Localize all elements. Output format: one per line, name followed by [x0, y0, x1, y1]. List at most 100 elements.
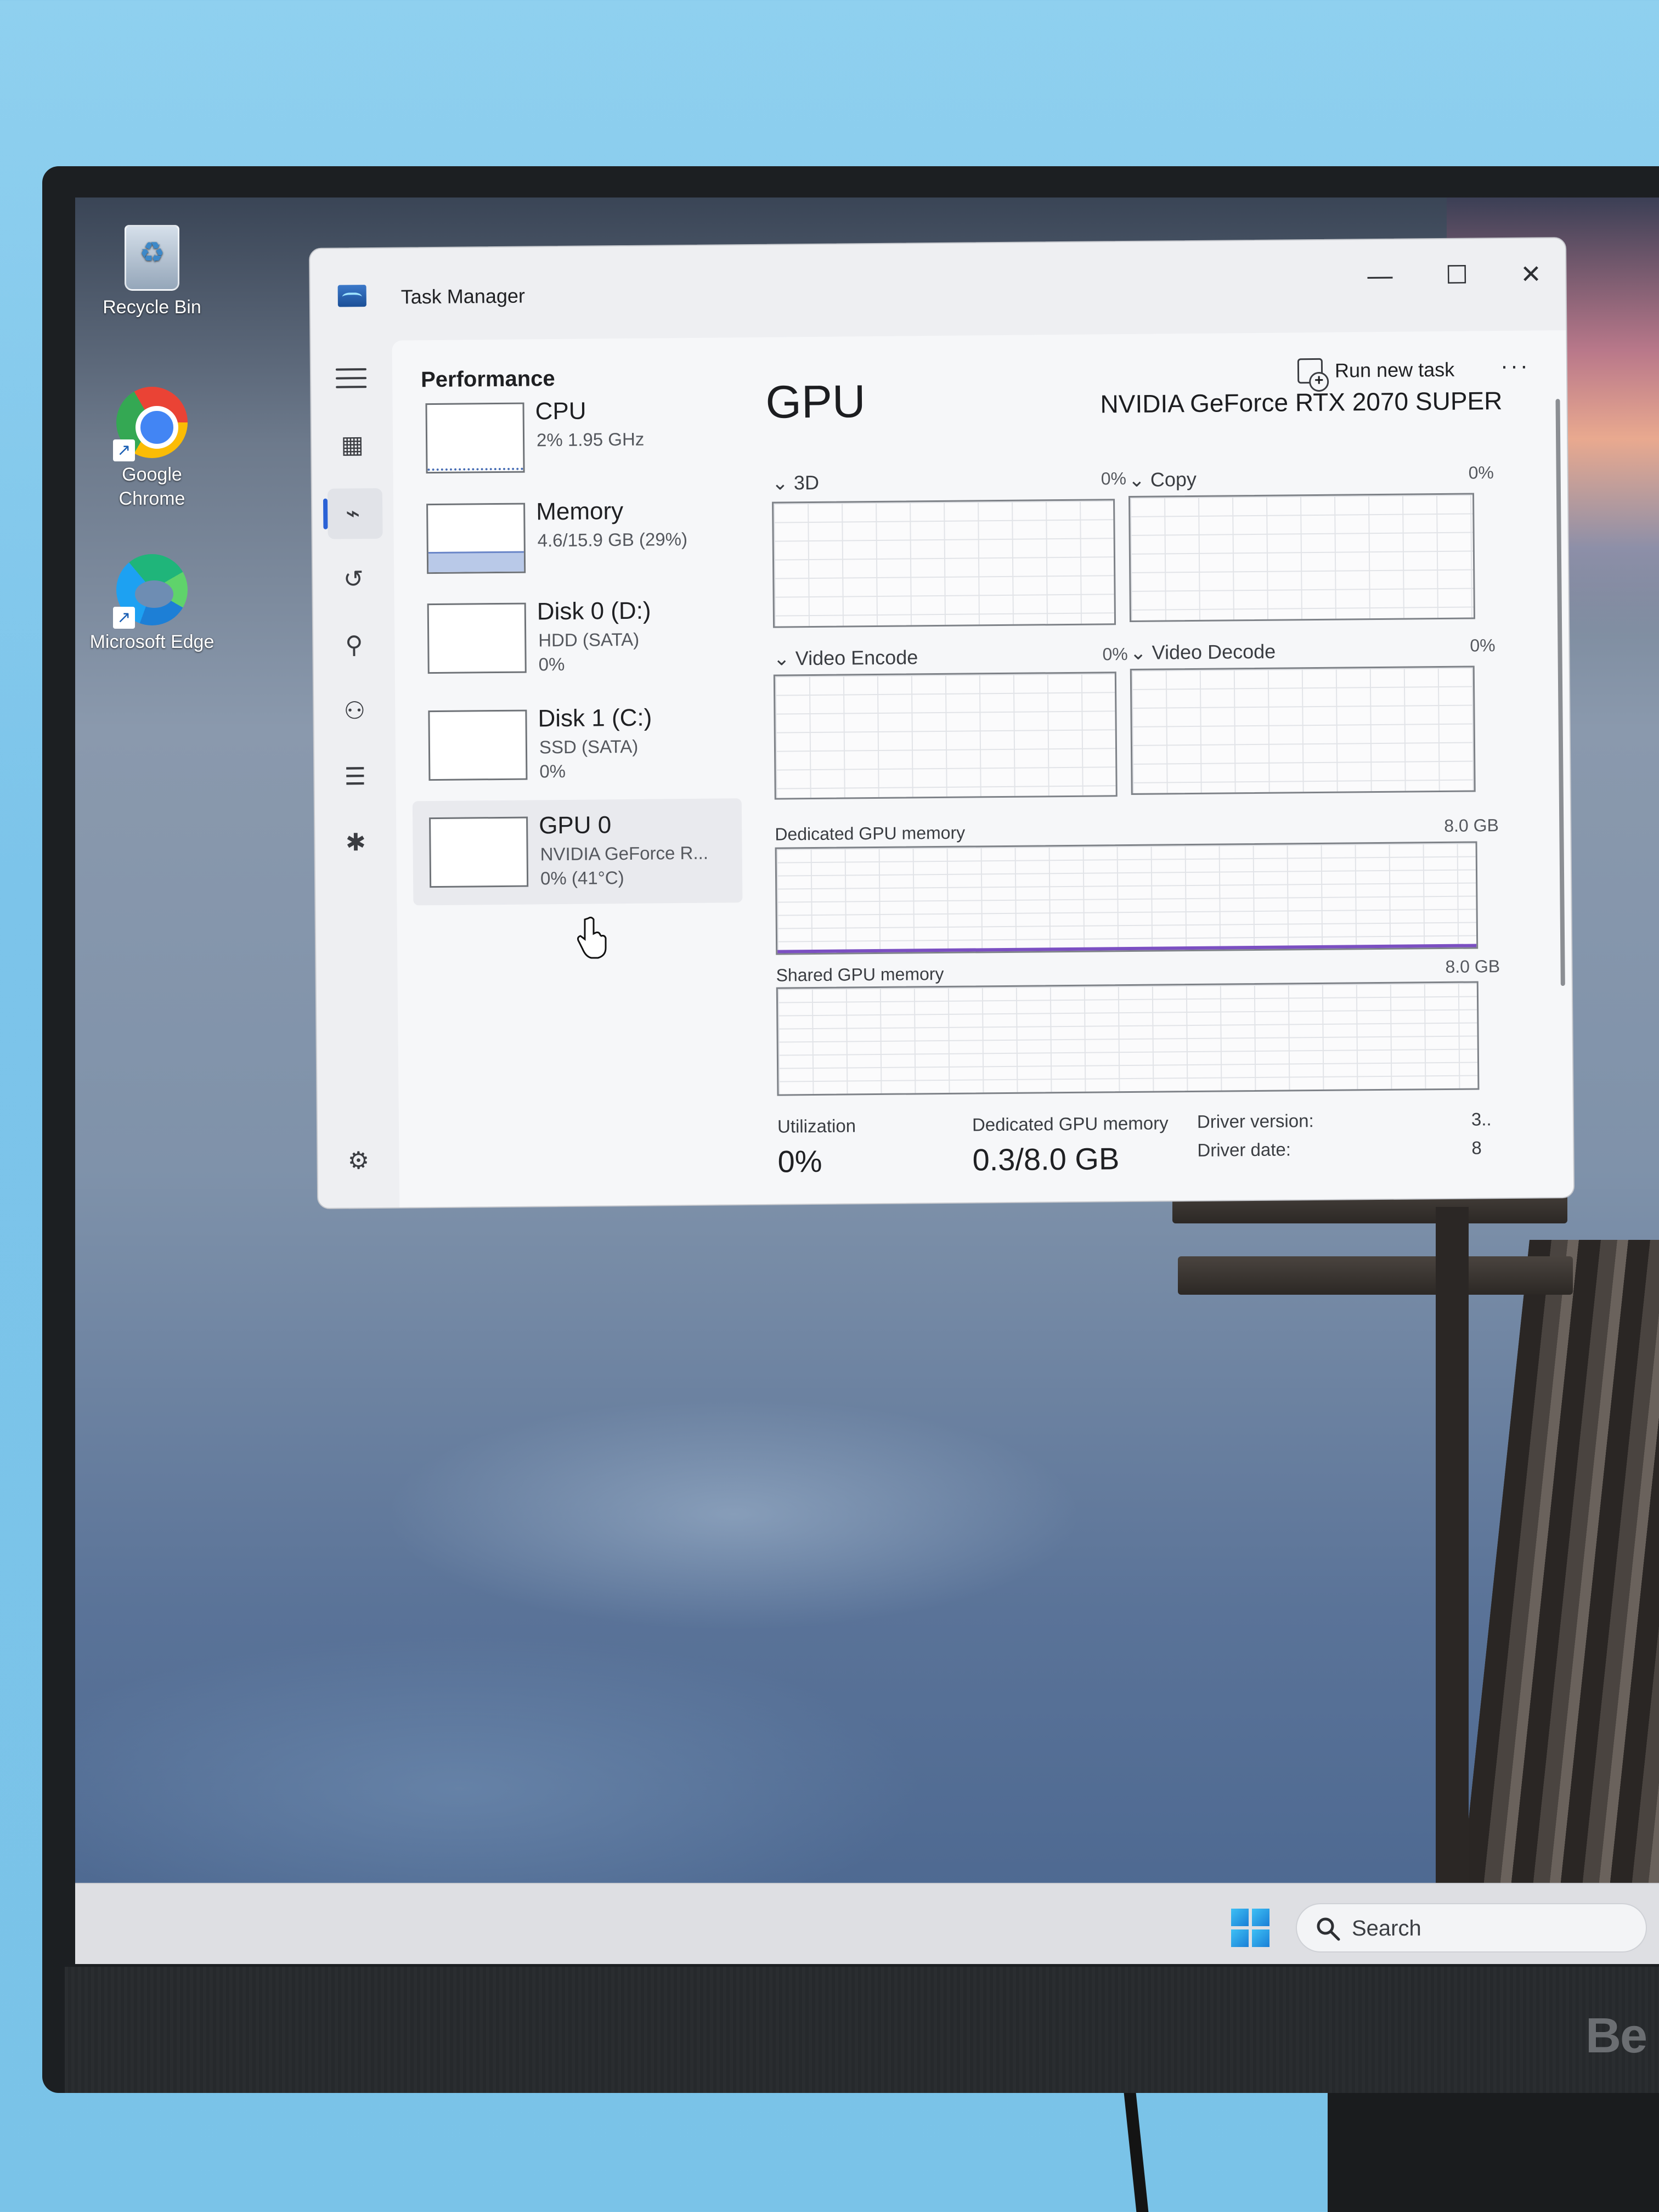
device-detail: SSD (SATA)	[539, 736, 639, 758]
chevron-down-icon: ⌄	[773, 647, 795, 670]
users-icon[interactable]: ⚇	[339, 696, 370, 726]
chevron-down-icon: ⌄	[771, 471, 794, 494]
processes-icon[interactable]: ▦	[337, 430, 368, 460]
device-name: GPU 0	[538, 811, 612, 839]
dedicated-memory-max: 8.0 GB	[1444, 815, 1499, 836]
utilization-value: 0%	[777, 1143, 822, 1179]
engine-video-decode-graph	[1130, 665, 1476, 795]
chevron-down-icon: ⌄	[1130, 641, 1152, 664]
chevron-down-icon: ⌄	[1128, 468, 1151, 491]
run-new-task-button[interactable]: Run new task	[1297, 353, 1455, 387]
device-name: Memory	[535, 498, 624, 526]
edge-icon: ↗	[113, 554, 188, 629]
monitor-cable	[1124, 2093, 1149, 2212]
recycle-bin-icon	[125, 225, 179, 291]
engine-copy-graph	[1128, 493, 1475, 622]
engine-percent: 0%	[1468, 462, 1494, 483]
engine-label: Copy	[1150, 467, 1197, 491]
desktop-icon-microsoft-edge[interactable]: ↗ Microsoft Edge	[89, 554, 215, 654]
engine-label: 3D	[793, 471, 820, 494]
device-name: CPU	[535, 397, 586, 425]
task-manager-app-icon	[337, 285, 366, 307]
app-history-icon[interactable]: ↺	[338, 564, 369, 595]
memory-mini-graph	[426, 503, 526, 574]
driver-date-value: 8	[1471, 1137, 1482, 1158]
services-icon[interactable]: ✱	[340, 827, 371, 858]
shared-memory-max: 8.0 GB	[1445, 956, 1500, 977]
minimize-button[interactable]: —	[1347, 250, 1413, 300]
monitor-brand-logo: Be	[1585, 2008, 1647, 2063]
start-button[interactable]	[1231, 1909, 1269, 1947]
device-detail: NVIDIA GeForce R...	[540, 842, 709, 865]
engine-percent: 0%	[1470, 635, 1496, 656]
run-task-icon	[1297, 358, 1323, 384]
windows-logo-icon	[1231, 1909, 1269, 1947]
desktop-icon-label: Recycle Bin	[103, 297, 201, 318]
taskbar-search-box[interactable]: Search	[1296, 1903, 1647, 1953]
device-item-disk-1[interactable]: Disk 1 (C:) SSD (SATA) 0%	[411, 691, 742, 798]
startup-apps-icon[interactable]: ⚲	[338, 630, 369, 661]
driver-version-label: Driver version:	[1197, 1110, 1314, 1132]
device-detail: 2% 1.95 GHz	[536, 428, 645, 450]
device-detail: 4.6/15.9 GB (29%)	[537, 528, 688, 551]
engine-percent: 0%	[1102, 644, 1128, 664]
shortcut-arrow-icon: ↗	[113, 439, 135, 461]
window-title: Task Manager	[400, 284, 526, 308]
device-name: Disk 1 (C:)	[538, 704, 652, 732]
nav-active-indicator	[323, 498, 328, 529]
engine-video-decode-selector[interactable]: ⌄ Video Decode	[1130, 640, 1276, 664]
title-bar[interactable]: Task Manager — ☐ ✕	[310, 238, 1566, 315]
engine-video-encode-selector[interactable]: ⌄ Video Encode	[773, 646, 918, 670]
chrome-icon: ↗	[113, 387, 188, 461]
device-usage: 0%	[539, 760, 566, 782]
dedicated-memory-stat-label: Dedicated GPU memory	[972, 1113, 1169, 1135]
engine-copy-selector[interactable]: ⌄ Copy	[1128, 468, 1197, 492]
gpu-model-name: NVIDIA GeForce RTX 2070 SUPER	[1100, 386, 1503, 419]
cpu-mini-graph	[425, 402, 525, 474]
disk-mini-graph	[428, 709, 528, 781]
dedicated-memory-stat-value: 0.3/8.0 GB	[972, 1141, 1120, 1177]
performance-page: Performance Run new task ··· CPU 2% 1.95…	[392, 330, 1574, 1209]
desktop-icon-label: Microsoft Edge	[89, 631, 215, 652]
dedicated-memory-graph	[775, 841, 1479, 955]
run-new-task-label: Run new task	[1334, 358, 1455, 382]
device-item-cpu[interactable]: CPU 2% 1.95 GHz	[409, 384, 739, 491]
desktop-icon-google-chrome[interactable]: ↗ Google Chrome	[89, 387, 215, 511]
scrollbar[interactable]	[1555, 399, 1565, 986]
device-item-gpu-0[interactable]: GPU 0 NVIDIA GeForce R... 0% (41°C)	[412, 798, 743, 906]
more-options-button[interactable]: ···	[1500, 353, 1530, 379]
driver-date-label: Driver date:	[1197, 1139, 1291, 1160]
engine-label: Video Encode	[795, 646, 918, 670]
dedicated-memory-label: Dedicated GPU memory	[775, 822, 966, 844]
settings-gear-icon[interactable]: ⚙	[343, 1146, 374, 1176]
maximize-button[interactable]: ☐	[1424, 250, 1490, 300]
disk-mini-graph	[427, 602, 527, 674]
search-placeholder: Search	[1352, 1916, 1421, 1940]
wallpaper-pier	[1452, 1240, 1659, 1964]
monitor-chin	[65, 1967, 1659, 2093]
engine-video-encode-graph	[773, 672, 1118, 800]
device-item-memory[interactable]: Memory 4.6/15.9 GB (29%)	[410, 484, 740, 591]
wallpaper-plank	[1178, 1256, 1573, 1295]
close-button[interactable]: ✕	[1498, 249, 1564, 299]
device-usage: 0% (41°C)	[540, 867, 624, 889]
utilization-label: Utilization	[777, 1115, 856, 1137]
dedicated-memory-usage-line	[777, 944, 1477, 953]
performance-icon[interactable]: ⌁	[337, 498, 368, 529]
desktop-icon-recycle-bin[interactable]: Recycle Bin	[89, 225, 215, 319]
hamburger-menu-icon[interactable]	[335, 368, 367, 390]
device-item-disk-0[interactable]: Disk 0 (D:) HDD (SATA) 0%	[410, 584, 741, 691]
device-detail: HDD (SATA)	[538, 629, 640, 651]
engine-3d-graph	[772, 499, 1116, 628]
driver-version-value: 3..	[1471, 1109, 1492, 1130]
shortcut-arrow-icon: ↗	[113, 607, 135, 629]
monitor-stand	[1328, 2093, 1659, 2212]
taskbar: Search	[75, 1883, 1659, 1964]
task-manager-window: Task Manager — ☐ ✕ ▦ ⌁ ↺ ⚲ ⚇ ☰ ✱ ⚙ Perfo…	[309, 236, 1575, 1209]
desktop-icon-label: Google Chrome	[119, 464, 185, 509]
engine-percent: 0%	[1101, 469, 1127, 489]
engine-3d-selector[interactable]: ⌄ 3D	[772, 471, 820, 495]
device-name: Disk 0 (D:)	[537, 597, 651, 625]
wallpaper-post	[1436, 1207, 1469, 1887]
details-icon[interactable]: ☰	[340, 761, 370, 792]
